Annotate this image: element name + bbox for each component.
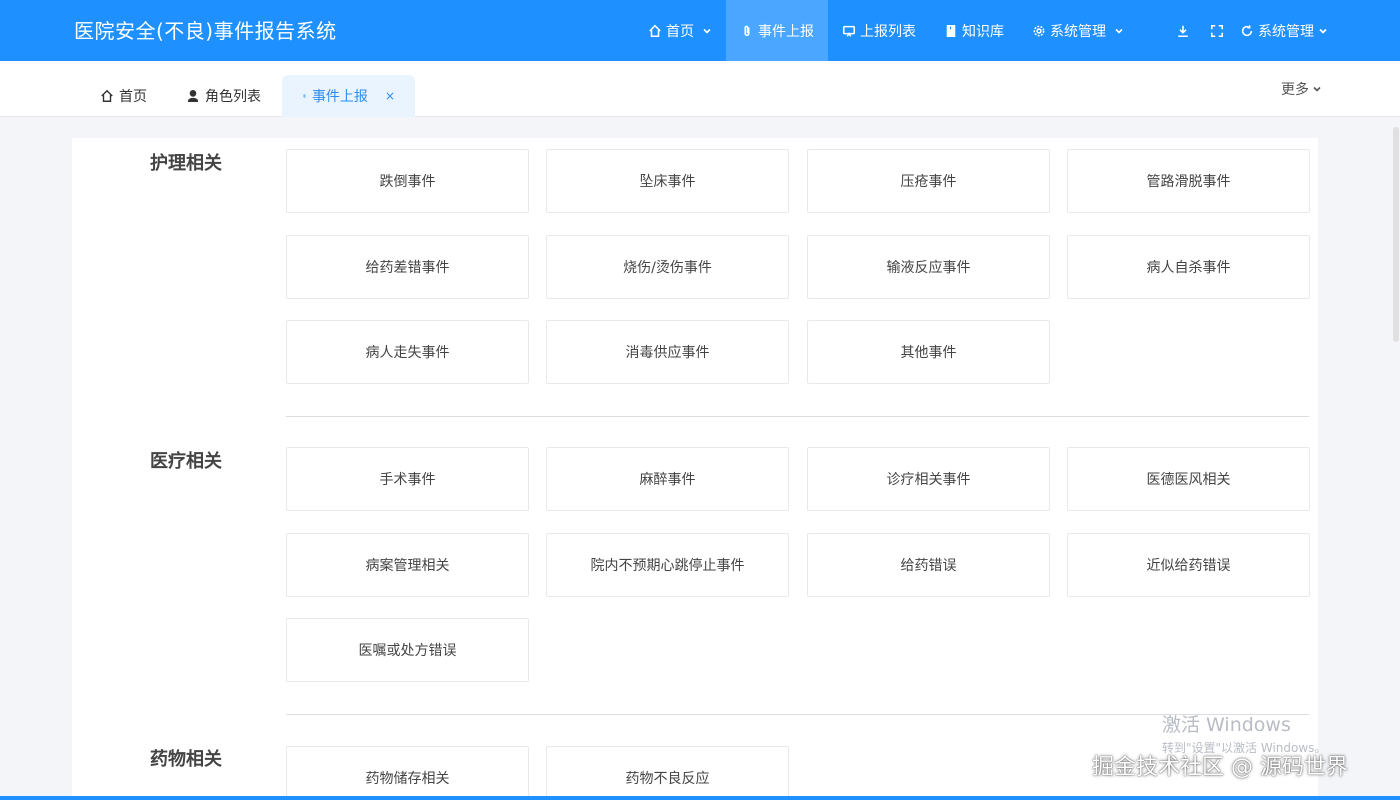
event-type-card[interactable]: 跌倒事件 bbox=[286, 149, 529, 213]
event-type-card[interactable]: 病人走失事件 bbox=[286, 320, 529, 384]
more-label: 更多 bbox=[1281, 82, 1309, 98]
event-type-card[interactable]: 医德医风相关 bbox=[1067, 447, 1310, 511]
header-actions: 系统管理 bbox=[1166, 0, 1328, 61]
top-navbar: 医院安全(不良)事件报告系统 首页 事件上报 上报列表 知识库 系统管理 系统管… bbox=[0, 0, 1400, 61]
event-type-card[interactable]: 药物储存相关 bbox=[286, 746, 529, 800]
page-scrollbar[interactable] bbox=[1392, 117, 1400, 347]
close-icon[interactable]: × bbox=[385, 89, 395, 103]
event-type-card[interactable]: 压疮事件 bbox=[807, 149, 1050, 213]
chevron-down-icon bbox=[1115, 28, 1123, 34]
event-type-card[interactable]: 药物不良反应 bbox=[546, 746, 789, 800]
user-icon bbox=[187, 90, 199, 102]
book-icon bbox=[946, 24, 956, 37]
nav-item-label: 知识库 bbox=[962, 23, 1004, 40]
home-icon bbox=[649, 24, 661, 37]
event-type-card[interactable]: 烧伤/烫伤事件 bbox=[546, 235, 789, 299]
nav-item-system-admin[interactable]: 系统管理 bbox=[1018, 0, 1138, 61]
event-type-card[interactable]: 麻醉事件 bbox=[546, 447, 789, 511]
paperclip-icon bbox=[303, 94, 306, 98]
bottom-strip bbox=[0, 796, 1400, 800]
event-type-card[interactable]: 医嘱或处方错误 bbox=[286, 618, 529, 682]
nav-item-label: 事件上报 bbox=[758, 23, 814, 40]
nav-item-label: 系统管理 bbox=[1050, 23, 1106, 40]
section-title: 护理相关 bbox=[150, 153, 222, 174]
section-divider bbox=[286, 714, 1309, 715]
event-type-card[interactable]: 给药错误 bbox=[807, 533, 1050, 597]
event-category-panel: 护理相关 跌倒事件 坠床事件 压疮事件 管路滑脱事件 给药差错事件 烧伤/烫伤事… bbox=[72, 138, 1318, 800]
download-button[interactable] bbox=[1166, 0, 1200, 61]
event-type-card[interactable]: 其他事件 bbox=[807, 320, 1050, 384]
nav-item-label: 上报列表 bbox=[860, 23, 916, 40]
scrollbar-thumb[interactable] bbox=[1393, 127, 1399, 342]
tab-event-report[interactable]: 事件上报 × bbox=[282, 75, 415, 117]
home-icon bbox=[101, 89, 113, 102]
section-divider bbox=[286, 416, 1309, 417]
nav-item-knowledge-base[interactable]: 知识库 bbox=[930, 0, 1018, 61]
event-type-card[interactable]: 给药差错事件 bbox=[286, 235, 529, 299]
event-type-card[interactable]: 诊疗相关事件 bbox=[807, 447, 1050, 511]
activation-title: 激活 Windows bbox=[1162, 714, 1291, 736]
chevron-down-icon bbox=[703, 28, 711, 34]
download-icon bbox=[1178, 25, 1188, 37]
section-title: 医疗相关 bbox=[150, 451, 222, 472]
chevron-down-icon bbox=[1313, 86, 1321, 92]
event-type-card[interactable]: 消毒供应事件 bbox=[546, 320, 789, 384]
event-type-card[interactable]: 近似给药错误 bbox=[1067, 533, 1310, 597]
nav-item-event-report[interactable]: 事件上报 bbox=[726, 0, 828, 61]
monitor-icon bbox=[842, 25, 856, 37]
event-type-card[interactable]: 院内不预期心跳停止事件 bbox=[546, 533, 789, 597]
paperclip-icon bbox=[744, 25, 750, 36]
user-menu[interactable]: 系统管理 bbox=[1234, 21, 1328, 41]
gear-icon bbox=[1033, 25, 1045, 36]
chevron-down-icon bbox=[1319, 28, 1327, 34]
nav-item-report-list[interactable]: 上报列表 bbox=[828, 0, 930, 61]
tab-label: 角色列表 bbox=[205, 89, 261, 105]
app-title: 医院安全(不良)事件报告系统 bbox=[74, 19, 337, 43]
event-type-card[interactable]: 坠床事件 bbox=[546, 149, 789, 213]
nav-item-label: 首页 bbox=[666, 23, 694, 40]
tab-role-list[interactable]: 角色列表 bbox=[166, 75, 281, 117]
tab-label: 事件上报 bbox=[311, 89, 368, 105]
watermark: 掘金技术社区 @ 源码世界 bbox=[1092, 755, 1348, 780]
event-type-card[interactable]: 输液反应事件 bbox=[807, 235, 1050, 299]
tab-home[interactable]: 首页 bbox=[80, 75, 167, 117]
event-type-card[interactable]: 管路滑脱事件 bbox=[1067, 149, 1310, 213]
tab-label: 首页 bbox=[119, 89, 147, 105]
user-menu-label: 系统管理 bbox=[1258, 23, 1314, 40]
event-type-card[interactable]: 手术事件 bbox=[286, 447, 529, 511]
nav-item-home[interactable]: 首页 bbox=[634, 0, 726, 61]
tabs-bar: 首页 角色列表 事件上报 × 更多 bbox=[0, 61, 1400, 117]
more-tabs-button[interactable]: 更多 bbox=[1281, 79, 1322, 99]
fullscreen-button[interactable] bbox=[1200, 0, 1234, 61]
event-type-card[interactable]: 病案管理相关 bbox=[286, 533, 529, 597]
main-nav: 首页 事件上报 上报列表 知识库 系统管理 bbox=[634, 0, 1138, 61]
fullscreen-icon bbox=[1210, 24, 1224, 37]
section-title: 药物相关 bbox=[150, 749, 222, 770]
event-type-card[interactable]: 病人自杀事件 bbox=[1067, 235, 1310, 299]
refresh-icon bbox=[1241, 24, 1253, 36]
